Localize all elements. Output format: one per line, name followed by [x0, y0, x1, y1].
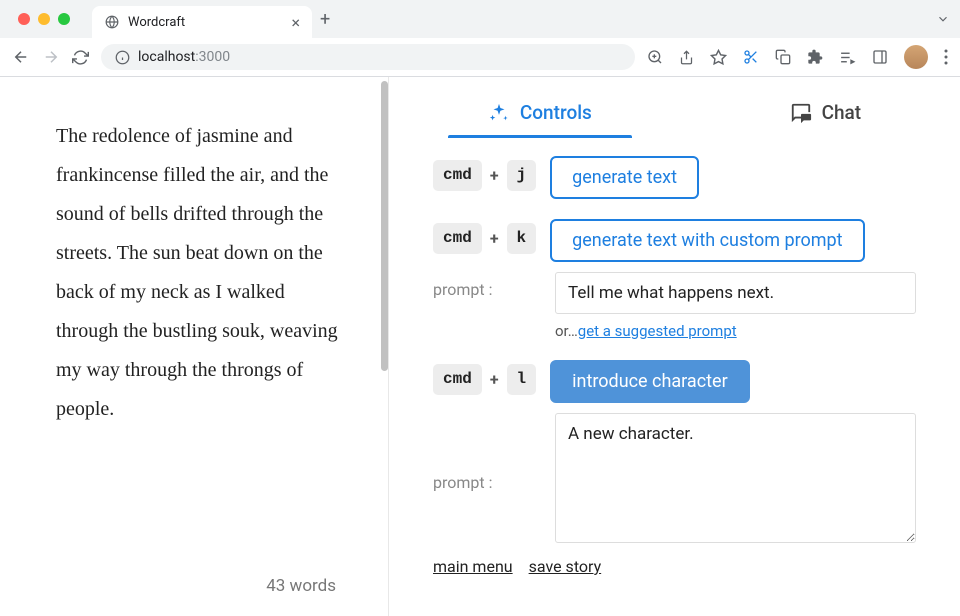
story-text[interactable]: The redolence of jasmine and frankincens… — [56, 117, 340, 429]
address-bar: localhost:3000 — [0, 38, 960, 76]
plus-sign: + — [490, 370, 499, 389]
save-story-link[interactable]: save story — [529, 557, 602, 576]
key-j: j — [507, 160, 537, 191]
key-l: l — [507, 364, 537, 395]
new-tab-button[interactable]: + — [320, 9, 330, 30]
sidepanel-icon[interactable] — [872, 49, 888, 65]
prompt-label: prompt : — [433, 465, 541, 492]
scissors-icon[interactable] — [743, 49, 759, 65]
controls-body: cmd + j generate text cmd + k generate t… — [389, 138, 960, 616]
chat-icon — [790, 102, 812, 124]
browser-chrome: Wordcraft × + localhost:3000 — [0, 0, 960, 77]
tab-chat-label: Chat — [822, 101, 862, 124]
minimize-window-button[interactable] — [38, 13, 50, 25]
tab-bar: Wordcraft × + — [0, 0, 960, 38]
keycombo-k: cmd + k — [433, 219, 536, 254]
footer-links: main menu save story — [433, 551, 916, 588]
keycombo-l: cmd + l — [433, 360, 536, 395]
prompt-row-2: prompt : — [433, 413, 916, 543]
back-button[interactable] — [12, 48, 30, 66]
scrollbar[interactable] — [381, 81, 388, 371]
app-content: The redolence of jasmine and frankincens… — [0, 77, 960, 616]
key-cmd: cmd — [433, 160, 482, 191]
site-info-icon[interactable] — [115, 50, 130, 65]
prompt-row-1: prompt : — [433, 272, 916, 314]
prompt-input-1[interactable] — [555, 272, 916, 314]
share-icon[interactable] — [679, 50, 694, 65]
maximize-window-button[interactable] — [58, 13, 70, 25]
plus-sign: + — [490, 229, 499, 248]
tab-controls[interactable]: Controls — [448, 93, 632, 138]
prompt-input-2[interactable] — [555, 413, 916, 543]
key-cmd: cmd — [433, 364, 482, 395]
word-count: 43 words — [56, 556, 340, 596]
forward-button[interactable] — [42, 48, 60, 66]
control-row-custom: cmd + k generate text with custom prompt — [433, 219, 916, 262]
prompt-label: prompt : — [433, 272, 541, 299]
menu-icon[interactable] — [944, 49, 948, 65]
control-row-character: cmd + l introduce character — [433, 360, 916, 403]
url-host: localhost — [138, 49, 195, 65]
sparkle-icon — [488, 102, 510, 124]
profile-avatar[interactable] — [904, 45, 928, 69]
or-row: or…get a suggested prompt — [555, 322, 916, 340]
controls-pane: Controls Chat cmd + j generate text — [389, 77, 960, 616]
extensions-icon[interactable] — [807, 49, 823, 65]
window-controls — [10, 13, 78, 25]
toolbar-icons — [647, 45, 948, 69]
browser-tab[interactable]: Wordcraft × — [92, 6, 312, 38]
generate-text-button[interactable]: generate text — [550, 156, 699, 199]
suggested-prompt-link[interactable]: get a suggested prompt — [578, 322, 737, 340]
close-tab-icon[interactable]: × — [291, 13, 300, 32]
story-pane: The redolence of jasmine and frankincens… — [0, 77, 388, 616]
chevron-down-icon[interactable] — [936, 12, 950, 26]
keycombo-j: cmd + j — [433, 156, 536, 191]
reload-button[interactable] — [72, 49, 89, 66]
generate-custom-button[interactable]: generate text with custom prompt — [550, 219, 864, 262]
control-row-generate: cmd + j generate text — [433, 156, 916, 199]
star-icon[interactable] — [710, 49, 727, 66]
key-cmd: cmd — [433, 223, 482, 254]
url-input[interactable]: localhost:3000 — [101, 44, 635, 70]
playlist-icon[interactable] — [839, 49, 856, 66]
globe-icon — [104, 14, 120, 30]
introduce-character-button[interactable]: introduce character — [550, 360, 750, 403]
copy-icon[interactable] — [775, 49, 791, 65]
close-window-button[interactable] — [18, 13, 30, 25]
main-menu-link[interactable]: main menu — [433, 557, 513, 576]
tab-chat[interactable]: Chat — [750, 93, 902, 138]
key-k: k — [507, 223, 537, 254]
tab-title: Wordcraft — [128, 15, 283, 30]
tab-strip: Controls Chat — [389, 77, 960, 138]
url-port: :3000 — [195, 49, 230, 65]
zoom-icon[interactable] — [647, 49, 663, 65]
or-text: or… — [555, 322, 578, 340]
plus-sign: + — [490, 166, 499, 185]
tab-controls-label: Controls — [520, 101, 592, 124]
